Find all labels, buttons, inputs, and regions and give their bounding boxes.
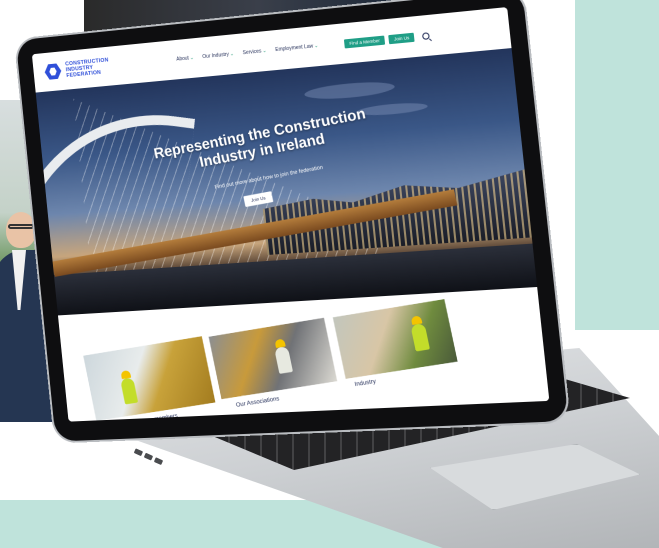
site-logo[interactable]: CONSTRUCTION INDUSTRY FEDERATION — [44, 56, 123, 81]
chevron-down-icon: ⌄ — [230, 51, 235, 57]
find-member-button[interactable]: Find a Member — [344, 35, 385, 48]
chevron-down-icon: ⌄ — [190, 55, 195, 61]
hero-title: Representing the Construction Industry i… — [143, 103, 380, 180]
laptop-lid: CONSTRUCTION INDUSTRY FEDERATION About⌄ … — [16, 0, 569, 442]
card-industry[interactable] — [333, 299, 458, 379]
mint-background-right — [575, 0, 659, 330]
menu-item-services[interactable]: Services⌄ — [242, 48, 266, 56]
menu-item-our-industry[interactable]: Our Industry⌄ — [202, 51, 234, 60]
card-label-associations[interactable]: Our Associations — [236, 396, 280, 409]
card-label-industry[interactable]: Industry — [354, 379, 376, 388]
chevron-down-icon: ⌄ — [314, 43, 319, 49]
card-associations[interactable] — [209, 318, 338, 400]
person-glasses — [8, 224, 34, 229]
search-icon[interactable] — [422, 32, 430, 40]
menu-item-employment-law[interactable]: Employment Law⌄ — [275, 43, 319, 53]
logo-text: CONSTRUCTION INDUSTRY FEDERATION — [65, 56, 122, 79]
chevron-down-icon: ⌄ — [262, 48, 267, 54]
join-us-header-button[interactable]: Join Us — [388, 32, 414, 44]
hero-banner: Representing the Construction Industry i… — [36, 48, 537, 315]
person-head — [6, 212, 36, 248]
marketing-scene: CONSTRUCTION INDUSTRY FEDERATION About⌄ … — [0, 0, 659, 548]
header-actions: Find a Member Join Us — [344, 31, 430, 48]
main-menu: About⌄ Our Industry⌄ Services⌄ Employmen… — [176, 43, 319, 63]
card-image — [333, 299, 458, 379]
menu-item-about[interactable]: About⌄ — [176, 55, 194, 63]
card-services[interactable] — [83, 336, 215, 421]
laptop-screen: CONSTRUCTION INDUSTRY FEDERATION About⌄ … — [32, 7, 550, 422]
card-image — [209, 318, 338, 400]
hexagon-logo-icon — [44, 63, 62, 80]
hero-cloud — [304, 79, 396, 101]
laptop-ports — [132, 448, 173, 473]
card-image — [83, 336, 215, 421]
